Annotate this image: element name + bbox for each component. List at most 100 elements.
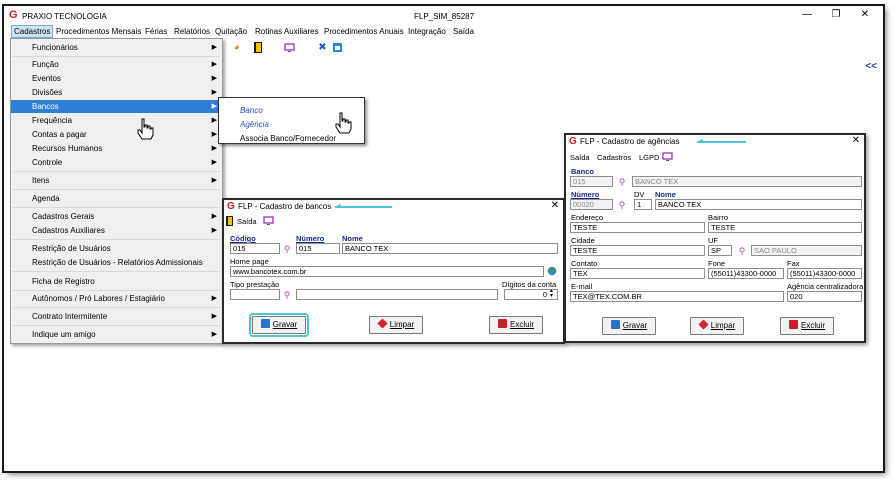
monitor-icon[interactable] bbox=[662, 152, 673, 164]
menu-item-indique-amigo[interactable]: Indique um amigo ▶ bbox=[11, 328, 222, 341]
menu-quitacao[interactable]: Quitação bbox=[213, 26, 249, 37]
book-icon[interactable] bbox=[252, 42, 263, 53]
collapse-panel-button[interactable]: << bbox=[865, 61, 877, 72]
search-icon[interactable]: ⚲ bbox=[282, 290, 292, 300]
search-icon[interactable]: ⚲ bbox=[737, 246, 747, 256]
numero-label: Número bbox=[296, 234, 325, 243]
menu-item-bancos[interactable]: Bancos ▶ bbox=[11, 100, 222, 113]
menu-item-eventos[interactable]: Eventos ▶ bbox=[11, 72, 222, 85]
callout-arrow-icon bbox=[696, 139, 746, 143]
uf-label: UF bbox=[708, 236, 718, 245]
submenu-item-banco[interactable]: Banco bbox=[240, 106, 263, 115]
submenu-arrow-icon: ▶ bbox=[211, 159, 217, 166]
minimize-button[interactable]: — bbox=[797, 9, 817, 21]
submenu-item-associa-banco[interactable]: Associa Banco/Fornecedor bbox=[240, 134, 336, 143]
fone-field[interactable]: (55011)43300-0000 bbox=[708, 268, 784, 279]
gravar-button[interactable]: Gravar bbox=[249, 313, 309, 337]
menu-cadastros[interactable]: Cadastros bbox=[10, 25, 54, 38]
calendar-icon[interactable] bbox=[332, 42, 343, 53]
menu-item-funcao[interactable]: Função ▶ bbox=[11, 58, 222, 71]
contato-field[interactable]: TEX bbox=[570, 268, 705, 279]
menu-procedimentos-anuais[interactable]: Procedimentos Anuais bbox=[322, 26, 406, 37]
menu-item-frequencia[interactable]: Frequência ▶ bbox=[11, 114, 222, 127]
menu-integracao[interactable]: Integração bbox=[406, 26, 448, 37]
separator bbox=[13, 171, 220, 172]
excluir-button[interactable]: Excluir bbox=[489, 316, 543, 334]
submenu-item-agencia[interactable]: Agência bbox=[240, 120, 269, 129]
globe-icon[interactable] bbox=[547, 266, 557, 278]
chart-icon[interactable]: ◕ bbox=[231, 42, 242, 53]
window-title: FLP_SIM_85287 bbox=[414, 12, 475, 21]
codigo-field[interactable]: 015 bbox=[230, 243, 280, 254]
submenu-arrow-icon: ▶ bbox=[211, 295, 217, 302]
menu-item-recursos-humanos[interactable]: Recursos Humanos ▶ bbox=[11, 142, 222, 155]
menu-item-autonomos[interactable]: Autônomos / Pró Labores / Estagiário ▶ bbox=[11, 292, 222, 305]
menu-item-divisoes[interactable]: Divisões ▶ bbox=[11, 86, 222, 99]
gravar-button[interactable]: Gravar bbox=[602, 317, 656, 335]
menu-item-label: Funcionários bbox=[32, 43, 78, 52]
uf-field[interactable]: SP bbox=[708, 245, 732, 256]
tipo-prestacao-field[interactable] bbox=[230, 289, 280, 300]
search-icon[interactable]: ⚲ bbox=[282, 244, 292, 254]
close-button[interactable]: ✕ bbox=[855, 9, 875, 21]
book-icon[interactable] bbox=[226, 216, 234, 228]
menu-item-restricao-usuarios-relatorios[interactable]: Restrição de Usuários - Relatórios Admis… bbox=[11, 256, 222, 269]
menu-cadastros[interactable]: Cadastros bbox=[597, 153, 631, 162]
tipo-prestacao-desc-field bbox=[296, 289, 498, 300]
eraser-icon bbox=[377, 318, 388, 329]
menu-item-cadastros-auxiliares[interactable]: Cadastros Auxiliares ▶ bbox=[11, 224, 222, 237]
banco-code-field[interactable]: 015 bbox=[570, 176, 613, 187]
excluir-button[interactable]: Excluir bbox=[780, 317, 834, 335]
menu-item-restricao-usuarios[interactable]: Restrição de Usuários bbox=[11, 242, 222, 255]
email-field[interactable]: TEX@TEX.COM.BR bbox=[570, 291, 784, 302]
nome-field[interactable]: BANCO TEX bbox=[342, 243, 558, 254]
nome-field[interactable]: BANCO TEX bbox=[655, 199, 862, 210]
menu-item-contas-a-pagar[interactable]: Contas a pagar ▶ bbox=[11, 128, 222, 141]
maximize-button[interactable]: ❐ bbox=[826, 9, 846, 21]
stepper-arrows-icon[interactable]: ▴ ▾ bbox=[550, 288, 553, 299]
fax-field[interactable]: (55011)43300-0000 bbox=[787, 268, 862, 279]
button-label: Excluir bbox=[509, 320, 534, 329]
tools-icon[interactable]: ✖ bbox=[317, 42, 328, 53]
hand-cursor-icon bbox=[335, 112, 352, 134]
menu-saida[interactable]: Saída bbox=[570, 153, 590, 162]
menu-item-label: Bancos bbox=[32, 102, 59, 111]
limpar-button[interactable]: Limpar bbox=[369, 316, 423, 334]
menu-item-funcionarios[interactable]: Funcionários ▶ bbox=[11, 41, 222, 54]
numero-field[interactable]: 00020 bbox=[570, 199, 613, 210]
button-label: Gravar bbox=[622, 321, 648, 330]
dialog-close-button[interactable]: ✕ bbox=[551, 200, 559, 211]
callout-arrow-icon bbox=[334, 204, 392, 208]
menu-rotinas-auxiliares[interactable]: Rotinas Auxiliares bbox=[253, 26, 321, 37]
menu-item-agenda[interactable]: Agenda bbox=[11, 192, 222, 205]
dialog-close-button[interactable]: ✕ bbox=[852, 135, 860, 146]
menu-item-label: Indique um amigo bbox=[32, 330, 96, 339]
menu-item-controle[interactable]: Controle ▶ bbox=[11, 156, 222, 169]
menu-relatorios[interactable]: Relatórios bbox=[172, 26, 212, 37]
bairro-label: Bairro bbox=[708, 213, 729, 222]
search-icon[interactable]: ⚲ bbox=[617, 177, 627, 187]
trash-icon bbox=[497, 319, 507, 328]
dv-field[interactable]: 1 bbox=[634, 199, 652, 210]
menu-item-cadastros-gerais[interactable]: Cadastros Gerais ▶ bbox=[11, 210, 222, 223]
cidade-field[interactable]: TESTE bbox=[570, 245, 705, 256]
menu-lgpd[interactable]: LGPD bbox=[639, 153, 659, 162]
agencia-centralizadora-field[interactable]: 020 bbox=[787, 291, 862, 302]
tipo-prestacao-label: Tipo prestação bbox=[230, 280, 280, 289]
search-icon[interactable]: ⚲ bbox=[617, 200, 627, 210]
monitor-icon[interactable] bbox=[263, 216, 274, 228]
menu-procedimentos-mensais[interactable]: Procedimentos Mensais bbox=[54, 26, 143, 37]
menu-item-ficha-registro[interactable]: Ficha de Registro bbox=[11, 275, 222, 288]
bairro-field[interactable]: TESTE bbox=[708, 222, 862, 233]
monitor-icon[interactable] bbox=[284, 42, 295, 53]
menu-item-itens[interactable]: Itens ▶ bbox=[11, 174, 222, 187]
endereco-field[interactable]: TESTE bbox=[570, 222, 705, 233]
homepage-field[interactable]: www.bancotex.com.br bbox=[230, 266, 544, 277]
menu-item-contrato-intermitente[interactable]: Contrato Intermitente ▶ bbox=[11, 310, 222, 323]
limpar-button[interactable]: Limpar bbox=[690, 317, 744, 335]
numero-field[interactable]: 015 bbox=[296, 243, 340, 254]
cidade-label: Cidade bbox=[571, 236, 595, 245]
menu-saida[interactable]: Saída bbox=[451, 26, 476, 37]
menu-ferias[interactable]: Férias bbox=[143, 26, 169, 37]
menu-saida[interactable]: Saída bbox=[237, 217, 257, 226]
